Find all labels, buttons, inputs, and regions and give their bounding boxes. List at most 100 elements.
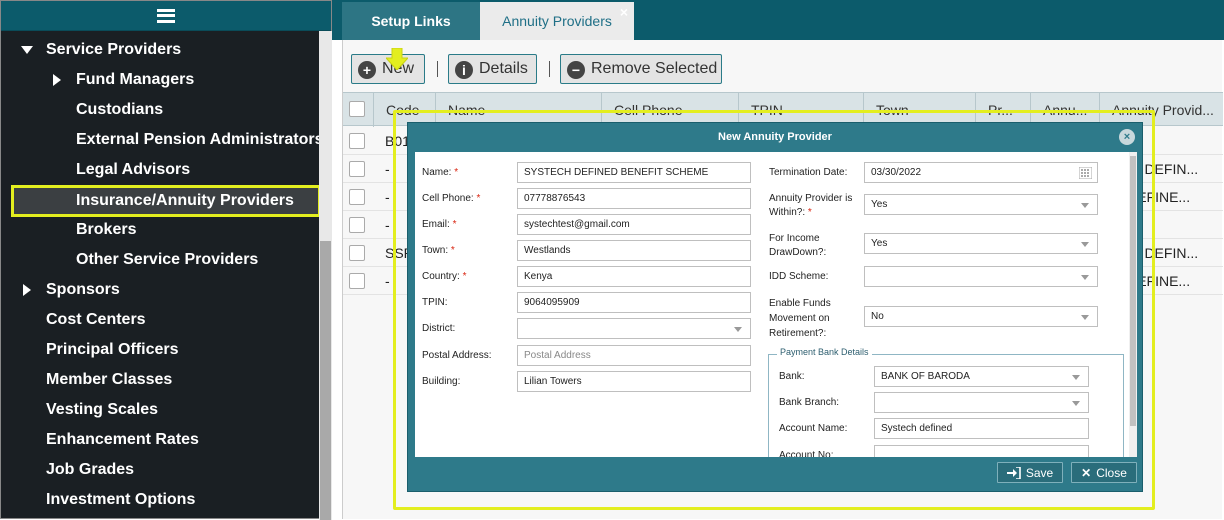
postal-address-input[interactable]: Postal Address (517, 345, 751, 366)
enable-funds-movement-select[interactable]: No (864, 306, 1098, 327)
tab-annuity-providers[interactable]: Annuity Providers × (480, 2, 634, 40)
dialog-close-icon[interactable]: × (1119, 129, 1135, 145)
sign-in-icon (1006, 466, 1021, 479)
remove-selected-button[interactable]: − Remove Selected (560, 54, 722, 84)
arrow-down-icon (386, 48, 408, 70)
calendar-icon[interactable] (1079, 167, 1092, 179)
sidebar-item-legal-advisors[interactable]: Legal Advisors (1, 155, 319, 185)
sidebar-item-vesting-scales[interactable]: Vesting Scales (1, 395, 319, 425)
email-label: Email: * (422, 219, 457, 230)
cell-phone-label: Cell Phone: * (422, 193, 481, 204)
tab-bar: Setup Links Annuity Providers × (332, 0, 1224, 40)
name-input[interactable]: SYSTECH DEFINED BENEFIT SCHEME (517, 162, 751, 183)
termination-date-label: Termination Date: (769, 167, 848, 178)
chevron-down-icon (1081, 315, 1089, 320)
sidebar-scrollbar[interactable] (319, 31, 332, 520)
caret-right-icon[interactable] (23, 284, 31, 296)
sidebar-item-sponsors[interactable]: Sponsors (1, 275, 319, 305)
account-name-input[interactable]: Systech defined (874, 418, 1089, 439)
caret-right-icon[interactable] (53, 74, 61, 86)
building-label: Building: (422, 376, 461, 387)
dialog-scrollbar-thumb[interactable] (1130, 156, 1136, 426)
close-button[interactable]: ✕ Close (1071, 462, 1137, 483)
account-no-label: Account No: (779, 450, 834, 457)
caret-down-icon[interactable] (21, 46, 33, 54)
row-checkbox[interactable] (349, 161, 365, 177)
chevron-down-icon (734, 327, 742, 332)
row-checkbox[interactable] (349, 189, 365, 205)
sidebar-scrollbar-thumb[interactable] (320, 241, 331, 520)
dialog-scrollbar[interactable] (1129, 152, 1137, 457)
enable-funds-movement-label: Enable Funds Movement on Retirement?: (769, 298, 831, 339)
sidebar-item-label: Custodians (76, 101, 164, 118)
chevron-down-icon (1081, 275, 1089, 280)
income-drawdown-value: Yes (871, 238, 888, 249)
tab-close-icon[interactable]: × (620, 5, 628, 19)
save-button[interactable]: Save (997, 462, 1063, 483)
row-checkbox[interactable] (349, 217, 365, 233)
hamburger-menu-icon[interactable] (157, 8, 175, 23)
new-annuity-provider-dialog: New Annuity Provider × Name: * SYSTECH D… (407, 122, 1143, 492)
annuity-within-select[interactable]: Yes (864, 194, 1098, 215)
payment-bank-details-fieldset: Payment Bank Details Bank: BANK OF BAROD… (768, 347, 1124, 457)
sidebar-item-fund-managers[interactable]: Fund Managers (1, 65, 319, 95)
sidebar-item-label: External Pension Administrators (76, 131, 324, 148)
sidebar-item-principal-officers[interactable]: Principal Officers (1, 335, 319, 365)
district-select[interactable] (517, 318, 751, 339)
sidebar-item-other-service-providers[interactable]: Other Service Providers (1, 245, 319, 275)
country-input[interactable]: Kenya (517, 266, 751, 287)
bank-label: Bank: (779, 371, 805, 382)
row-checkbox[interactable] (349, 133, 365, 149)
cell-phone-input[interactable]: 07778876543 (517, 188, 751, 209)
chevron-down-icon (1072, 401, 1080, 406)
toolbar-divider (437, 61, 438, 77)
sidebar-item-custodians[interactable]: Custodians (1, 95, 319, 125)
bank-select[interactable]: BANK OF BARODA (874, 366, 1089, 387)
account-no-input[interactable] (874, 445, 1089, 457)
sidebar-item-insurance-annuity-providers[interactable]: Insurance/Annuity Providers (11, 185, 321, 217)
annuity-within-value: Yes (871, 199, 888, 210)
idd-scheme-select[interactable] (864, 266, 1098, 287)
dialog-footer: Save ✕ Close (415, 459, 1137, 487)
sidebar: Service Providers Fund Managers Custodia… (0, 0, 332, 520)
info-icon: i (455, 61, 473, 79)
termination-date-input[interactable]: 03/30/2022 (864, 162, 1098, 183)
dialog-title: New Annuity Provider (718, 131, 832, 143)
sidebar-item-label: Sponsors (46, 281, 120, 298)
sidebar-item-investment-options[interactable]: Investment Options (1, 485, 319, 515)
sidebar-item-enhancement-rates[interactable]: Enhancement Rates (1, 425, 319, 455)
tab-setup-links[interactable]: Setup Links (342, 2, 480, 40)
sidebar-item-label: Fund Managers (76, 71, 195, 88)
tab-label: Setup Links (371, 13, 451, 29)
details-button[interactable]: i Details (448, 54, 537, 84)
chevron-down-icon (1081, 242, 1089, 247)
sidebar-item-label: Service Providers (46, 41, 182, 58)
tpin-input[interactable]: 9064095909 (517, 292, 751, 313)
chevron-down-icon (1081, 203, 1089, 208)
tab-label: Annuity Providers (502, 13, 612, 29)
sidebar-item-label: Brokers (76, 221, 137, 238)
select-all-checkbox[interactable] (349, 101, 365, 117)
row-checkbox[interactable] (349, 245, 365, 261)
close-button-label: Close (1096, 465, 1127, 480)
sidebar-header (1, 1, 331, 31)
town-input[interactable]: Westlands (517, 240, 751, 261)
tpin-label: TPIN: (422, 297, 448, 308)
income-drawdown-select[interactable]: Yes (864, 233, 1098, 254)
sidebar-item-service-providers[interactable]: Service Providers (1, 35, 319, 65)
building-input[interactable]: Lilian Towers (517, 371, 751, 392)
sidebar-item-brokers[interactable]: Brokers (1, 215, 319, 245)
sidebar-item-label: Other Service Providers (76, 251, 259, 268)
sidebar-item-job-grades[interactable]: Job Grades (1, 455, 319, 485)
row-checkbox[interactable] (349, 273, 365, 289)
toolbar: + New i Details − Remove Selected (351, 48, 1221, 84)
sidebar-item-label: Job Grades (46, 461, 135, 478)
sidebar-item-cost-centers[interactable]: Cost Centers (1, 305, 319, 335)
bank-branch-select[interactable] (874, 392, 1089, 413)
plus-icon: + (358, 61, 376, 79)
dialog-body: Name: * SYSTECH DEFINED BENEFIT SCHEME C… (415, 152, 1137, 457)
sidebar-item-external-pension-administrators[interactable]: External Pension Administrators (1, 125, 323, 155)
email-input[interactable]: systechtest@gmail.com (517, 214, 751, 235)
bank-value: BANK OF BARODA (881, 371, 970, 382)
sidebar-item-member-classes[interactable]: Member Classes (1, 365, 319, 395)
